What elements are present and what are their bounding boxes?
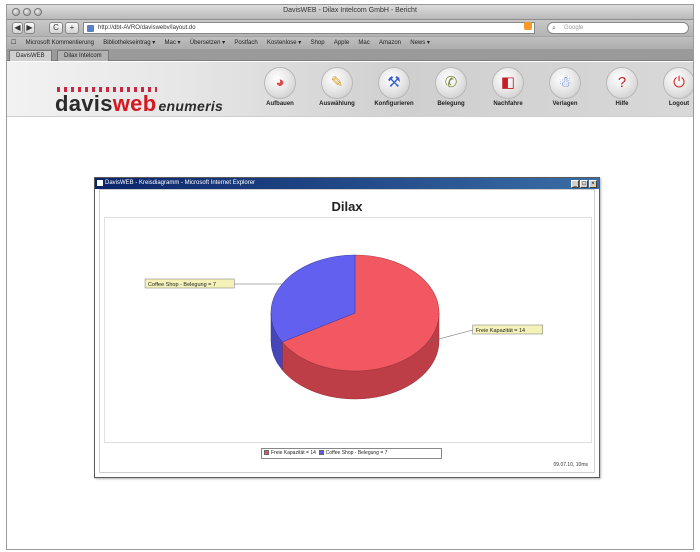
bookmark-item[interactable]: Postfach — [234, 37, 257, 49]
bookmarks-toggle-icon[interactable]: ☐ — [11, 37, 16, 49]
legend-entry: Coffee Shop - Belegung = 7 — [325, 450, 388, 456]
popup-close-button[interactable]: × — [589, 180, 597, 188]
bookmark-item[interactable]: Shop — [311, 37, 325, 49]
chart-title: Dilax — [331, 199, 363, 214]
bookmark-item[interactable]: Übersetzen ▾ — [190, 37, 225, 49]
aufbauen-icon: ◕ — [264, 67, 296, 99]
window-title: DavisWEB - Dilax Intelcom GmbH - Bericht — [283, 7, 417, 14]
verlagen-icon-glyph: ☃ — [558, 74, 572, 91]
konfigurieren-icon-glyph: ⚒ — [387, 74, 401, 91]
auswaehlung-icon-glyph: ✎ — [330, 74, 344, 91]
browser-toolbar: ◀ ▶ C + http://dbt-AVRO/daviswebv/layout… — [7, 20, 693, 36]
bookmark-item[interactable]: Mac ▾ — [165, 37, 181, 49]
chart-legend: Freie Kapazität = 14 Coffee Shop - Beleg… — [261, 448, 442, 459]
nav-button-label: Konfigurieren — [374, 101, 414, 107]
nachfahre-icon: ◧ — [492, 67, 524, 99]
popup-minimize-button[interactable]: _ — [571, 180, 579, 188]
chart-plot-area: Freie Kapazität = 14 Coffee Shop - Belegu… — [104, 217, 592, 443]
nav-button-verlagen[interactable]: ☃ Verlagen — [543, 67, 587, 115]
nav-button-label: Verlagen — [552, 101, 578, 107]
site-favicon-icon — [87, 25, 94, 32]
daviswebs-logo: davisweb enumeris — [55, 91, 223, 117]
help-icon: ? — [606, 67, 638, 99]
bookmarks-bar: ☐ Microsoft Kommentierung Bibliotheksein… — [7, 36, 693, 49]
logo-text-enumeris: enumeris — [158, 98, 224, 114]
nachfahre-icon-glyph: ◧ — [500, 74, 516, 91]
belegung-icon: ✆ — [435, 67, 467, 99]
legend-swatch — [264, 450, 269, 456]
nav-button-label: Nachfahre — [493, 101, 523, 107]
chart-popup-window: DavisWEB - Kreisdiagramm - Microsoft Int… — [94, 177, 600, 478]
window-titlebar: DavisWEB - Dilax Intelcom GmbH - Bericht — [7, 5, 693, 20]
nav-button-auswählung[interactable]: ✎ Auswählung — [315, 67, 359, 115]
popup-titlebar: DavisWEB - Kreisdiagramm - Microsoft Int… — [95, 178, 599, 189]
tab-dilax-intelcom[interactable]: Dilax Intelcom — [57, 50, 109, 61]
popup-title-text: DavisWEB - Kreisdiagramm - Microsoft Int… — [105, 180, 256, 186]
popup-maximize-button[interactable]: □ — [580, 180, 588, 188]
chart-footer-timestamp: 09.07.10, 10ms — [553, 462, 588, 468]
nav-button-hilfe[interactable]: ? Hilfe — [600, 67, 644, 115]
auswaehlung-icon: ✎ — [321, 67, 353, 99]
aufbauen-icon-glyph: ◕ — [275, 74, 285, 91]
logout-icon-glyph: ⏻ — [673, 74, 685, 91]
bookmark-item[interactable]: Kostenlose ▾ — [267, 37, 301, 49]
rss-icon[interactable] — [524, 22, 532, 30]
address-text: http://dbt-AVRO/daviswebv/layout.do — [98, 25, 196, 31]
bookmark-item[interactable]: Amazon — [379, 37, 401, 49]
nav-button-konfigurieren[interactable]: ⚒ Konfigurieren — [372, 67, 416, 115]
app-header: davisweb enumeris ◕ Aufbauen ✎ Auswählung ⚒ Ko… — [7, 62, 693, 117]
bookmark-item[interactable]: Apple — [334, 37, 349, 49]
bookmark-item[interactable]: Mac — [358, 37, 369, 49]
reload-button[interactable]: C — [49, 22, 63, 34]
nav-button-label: Aufbauen — [266, 101, 294, 107]
logout-icon: ⏻ — [663, 67, 693, 99]
nav-button-nachfahre[interactable]: ◧ Nachfahre — [486, 67, 530, 115]
nav-button-label: Logout — [668, 101, 690, 107]
logo-text-davis: davis — [55, 91, 113, 116]
bookmark-item[interactable]: Bibliothekseintrag ▾ — [103, 37, 155, 49]
belegung-icon-glyph: ✆ — [444, 74, 458, 91]
legend-swatch — [318, 450, 324, 456]
search-input[interactable]: ⌕ Google — [547, 22, 689, 34]
back-button[interactable]: ◀ — [12, 22, 23, 34]
nav-button-logout[interactable]: ⏻ Logout — [657, 67, 693, 115]
pie-callout-label-0: Freie Kapazität = 14 — [476, 328, 525, 334]
help-icon-glyph: ? — [617, 74, 627, 91]
popup-content: Dilax Freie Kapazität = 14 Coffee Shop - … — [99, 189, 595, 473]
add-bookmark-button[interactable]: + — [65, 22, 79, 34]
konfigurieren-icon: ⚒ — [378, 67, 410, 99]
verlagen-icon: ☃ — [549, 67, 581, 99]
legend-entry: Freie Kapazität = 14 — [271, 450, 316, 456]
forward-button[interactable]: ▶ — [24, 22, 35, 34]
tab-bar: DavisWEB Dilax Intelcom — [7, 49, 693, 61]
bookmark-item[interactable]: News ▾ — [410, 37, 430, 49]
logo-text-web: web — [112, 91, 157, 116]
tab-daviswebs[interactable]: DavisWEB — [9, 50, 52, 61]
search-placeholder: Google — [564, 25, 584, 31]
browser-window: DavisWEB - Dilax Intelcom GmbH - Bericht… — [6, 4, 694, 550]
nav-button-label: Auswählung — [319, 101, 355, 107]
search-icon: ⌕ — [552, 25, 556, 32]
nav-button-label: Hilfe — [615, 101, 629, 107]
address-bar[interactable]: http://dbt-AVRO/daviswebv/layout.do — [83, 22, 535, 34]
nav-button-label: Belegung — [437, 101, 465, 107]
pie-chart: Freie Kapazität = 14 Coffee Shop - Belegu… — [144, 254, 543, 400]
ie-icon — [97, 180, 103, 186]
pie-callout-label-1: Coffee Shop - Belegung = 7 — [148, 282, 216, 288]
nav-button-belegung[interactable]: ✆ Belegung — [429, 67, 473, 115]
bookmark-item[interactable]: Microsoft Kommentierung — [26, 37, 94, 49]
nav-button-aufbauen[interactable]: ◕ Aufbauen — [258, 67, 302, 115]
